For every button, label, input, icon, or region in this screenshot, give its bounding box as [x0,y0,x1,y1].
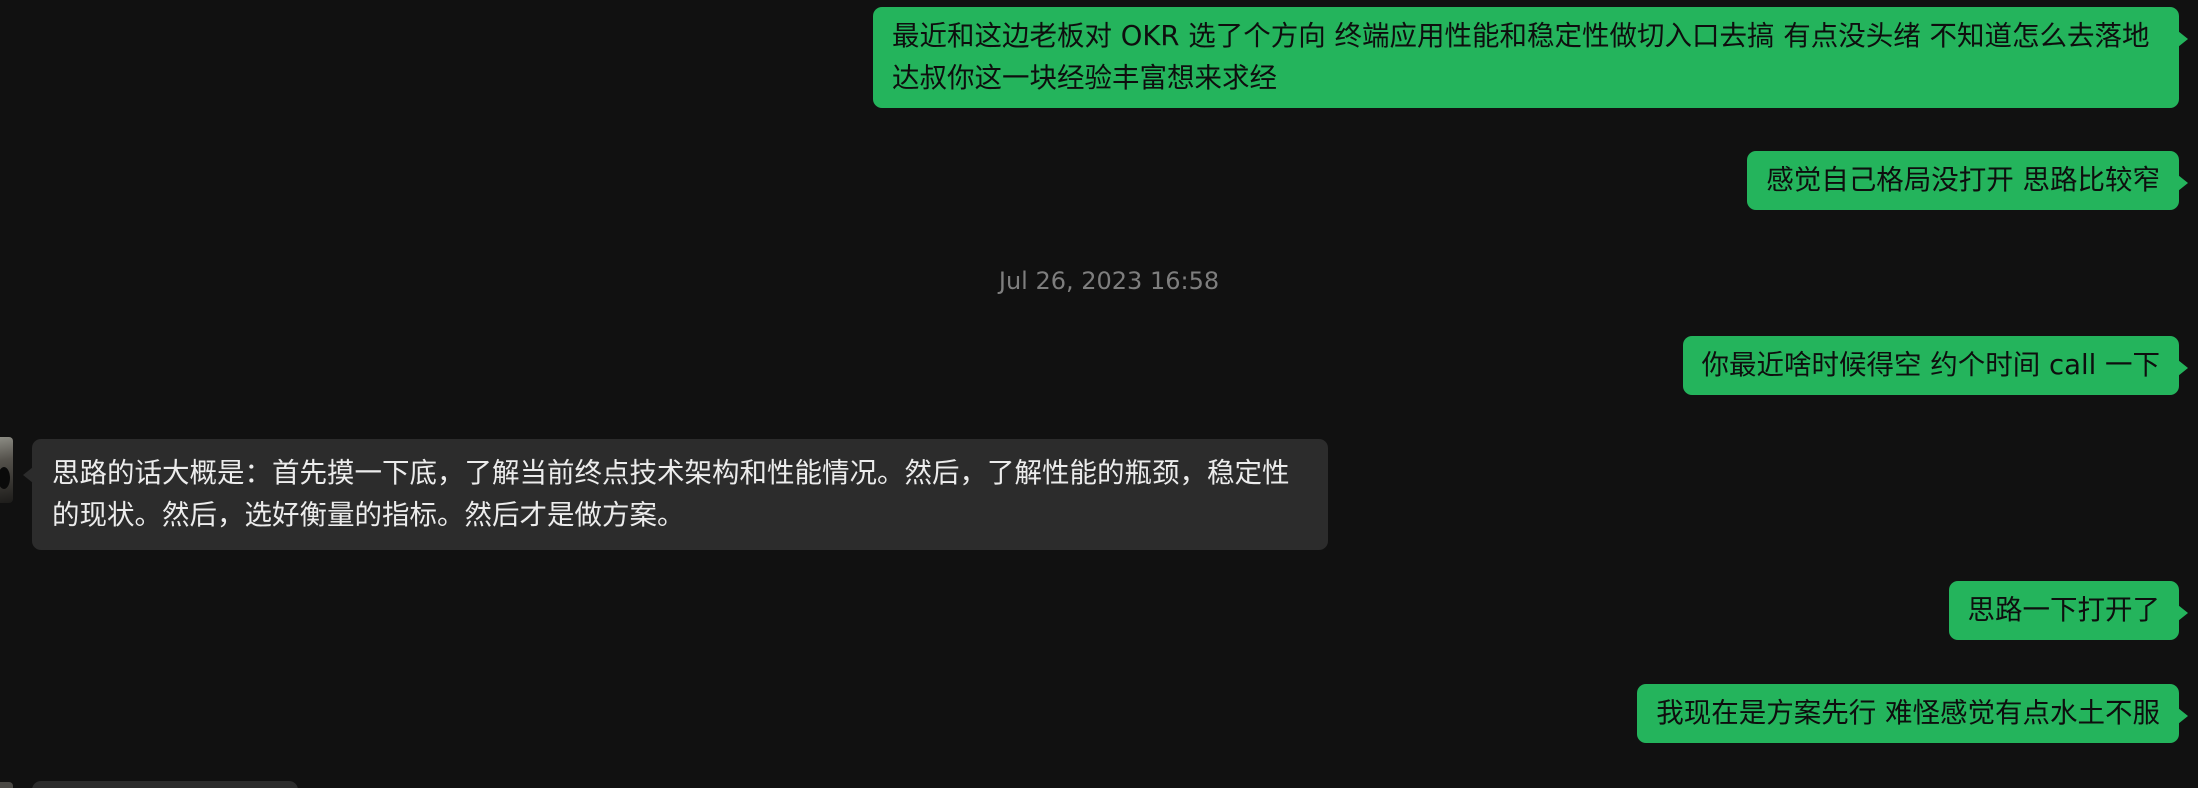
contact-avatar[interactable] [0,437,13,503]
bubble-tail [2178,605,2188,621]
message-bubble-outgoing[interactable]: 我现在是方案先行 难怪感觉有点水土不服 [1637,684,2188,743]
message-timestamp: Jul 26, 2023 16:58 [998,267,1220,295]
message-text: 你最近啥时候得空 约个时间 call 一下 [1701,349,2160,381]
message-bubble-outgoing[interactable]: 思路一下打开了 [1948,581,2188,640]
message-bubble-outgoing[interactable]: 最近和这边老板对 OKR 选了个方向 终端应用性能和稳定性做切入口去搞 有点没头… [873,7,2188,108]
bubble-tail [2178,175,2188,191]
message-bubble-incoming[interactable] [32,781,298,788]
bubble-tail [2178,360,2188,376]
message-bubble-outgoing[interactable]: 感觉自己格局没打开 思路比较窄 [1747,151,2188,210]
bubble-tail [23,467,33,483]
chat-history[interactable]: 最近和这边老板对 OKR 选了个方向 终端应用性能和稳定性做切入口去搞 有点没头… [0,0,2198,788]
message-text: 思路一下打开了 [1967,594,2161,626]
message-bubble-incoming[interactable]: 思路的话大概是：首先摸一下底，了解当前终点技术架构和性能情况。然后，了解性能的瓶… [23,439,1328,550]
message-text: 感觉自己格局没打开 思路比较窄 [1766,164,2160,196]
bubble-tail [2178,708,2188,724]
message-text: 最近和这边老板对 OKR 选了个方向 终端应用性能和稳定性做切入口去搞 有点没头… [892,20,2150,94]
bubble-tail [2178,31,2188,47]
message-text: 我现在是方案先行 难怪感觉有点水土不服 [1656,697,2160,729]
contact-avatar[interactable] [0,782,13,788]
message-bubble-outgoing[interactable]: 你最近啥时候得空 约个时间 call 一下 [1682,336,2188,395]
message-text: 思路的话大概是：首先摸一下底，了解当前终点技术架构和性能情况。然后，了解性能的瓶… [52,457,1290,531]
